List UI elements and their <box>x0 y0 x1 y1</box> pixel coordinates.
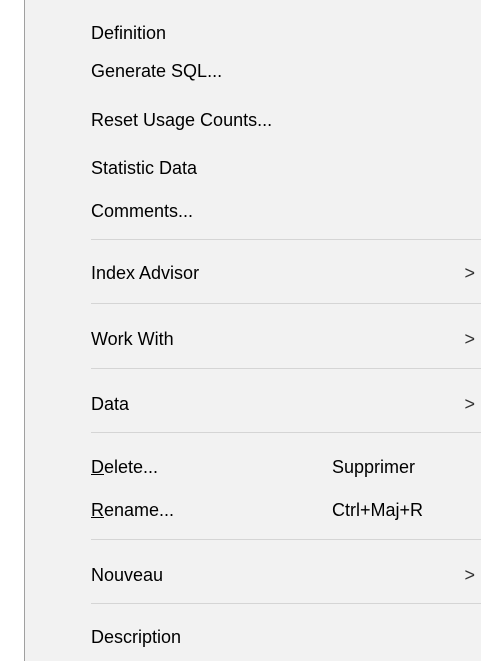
menu-item-label: Index Advisor <box>91 262 200 283</box>
menu-separator <box>91 603 481 604</box>
menu-separator <box>91 303 481 304</box>
menu-item-label: Statistic Data <box>91 157 198 178</box>
menu-item-label: Delete... <box>91 457 158 478</box>
chevron-right-icon: > <box>464 262 475 283</box>
chevron-right-icon: > <box>464 393 475 414</box>
menu-item-data[interactable]: Data > <box>91 387 481 421</box>
menu-separator <box>91 368 481 369</box>
menu-item-statistic-data[interactable]: Statistic Data <box>91 151 481 185</box>
context-menu: Definition Generate SQL... Reset Usage C… <box>24 0 481 661</box>
menu-item-label: Work With <box>91 328 174 349</box>
menu-item-label: Comments... <box>91 200 194 221</box>
menu-item-comments[interactable]: Comments... <box>91 194 481 228</box>
menu-item-reset-usage-counts[interactable]: Reset Usage Counts... <box>91 103 481 137</box>
menu-item-description[interactable]: Description <box>91 620 481 654</box>
mnemonic-letter: D <box>91 456 104 477</box>
menu-separator <box>91 239 481 240</box>
menu-item-delete[interactable]: Delete... Supprimer <box>91 450 481 484</box>
menu-item-rename[interactable]: Rename... Ctrl+Maj+R <box>91 493 481 527</box>
menu-item-generate-sql[interactable]: Generate SQL... <box>91 54 481 88</box>
mnemonic-letter: R <box>91 499 104 520</box>
menu-item-label: Nouveau <box>91 564 164 585</box>
shortcut-label: Supprimer <box>332 456 416 477</box>
menu-item-nouveau[interactable]: Nouveau > <box>91 558 481 592</box>
menu-separator <box>91 432 481 433</box>
shortcut-label: Ctrl+Maj+R <box>332 499 424 520</box>
menu-item-index-advisor[interactable]: Index Advisor > <box>91 256 481 290</box>
menu-item-work-with[interactable]: Work With > <box>91 322 481 356</box>
menu-item-label: Reset Usage Counts... <box>91 109 273 130</box>
chevron-right-icon: > <box>464 328 475 349</box>
menu-item-label-rest: ename... <box>104 499 175 520</box>
menu-item-label: Rename... <box>91 500 174 521</box>
chevron-right-icon: > <box>464 564 475 585</box>
background-strip <box>0 0 24 661</box>
menu-item-label: Generate SQL... <box>91 60 223 81</box>
menu-item-definition[interactable]: Definition <box>91 16 481 50</box>
menu-item-label: Description <box>91 626 182 647</box>
menu-item-label: Data <box>91 393 130 414</box>
menu-item-label: Definition <box>91 22 167 43</box>
menu-item-label-rest: elete... <box>104 456 159 477</box>
menu-separator <box>91 539 481 540</box>
